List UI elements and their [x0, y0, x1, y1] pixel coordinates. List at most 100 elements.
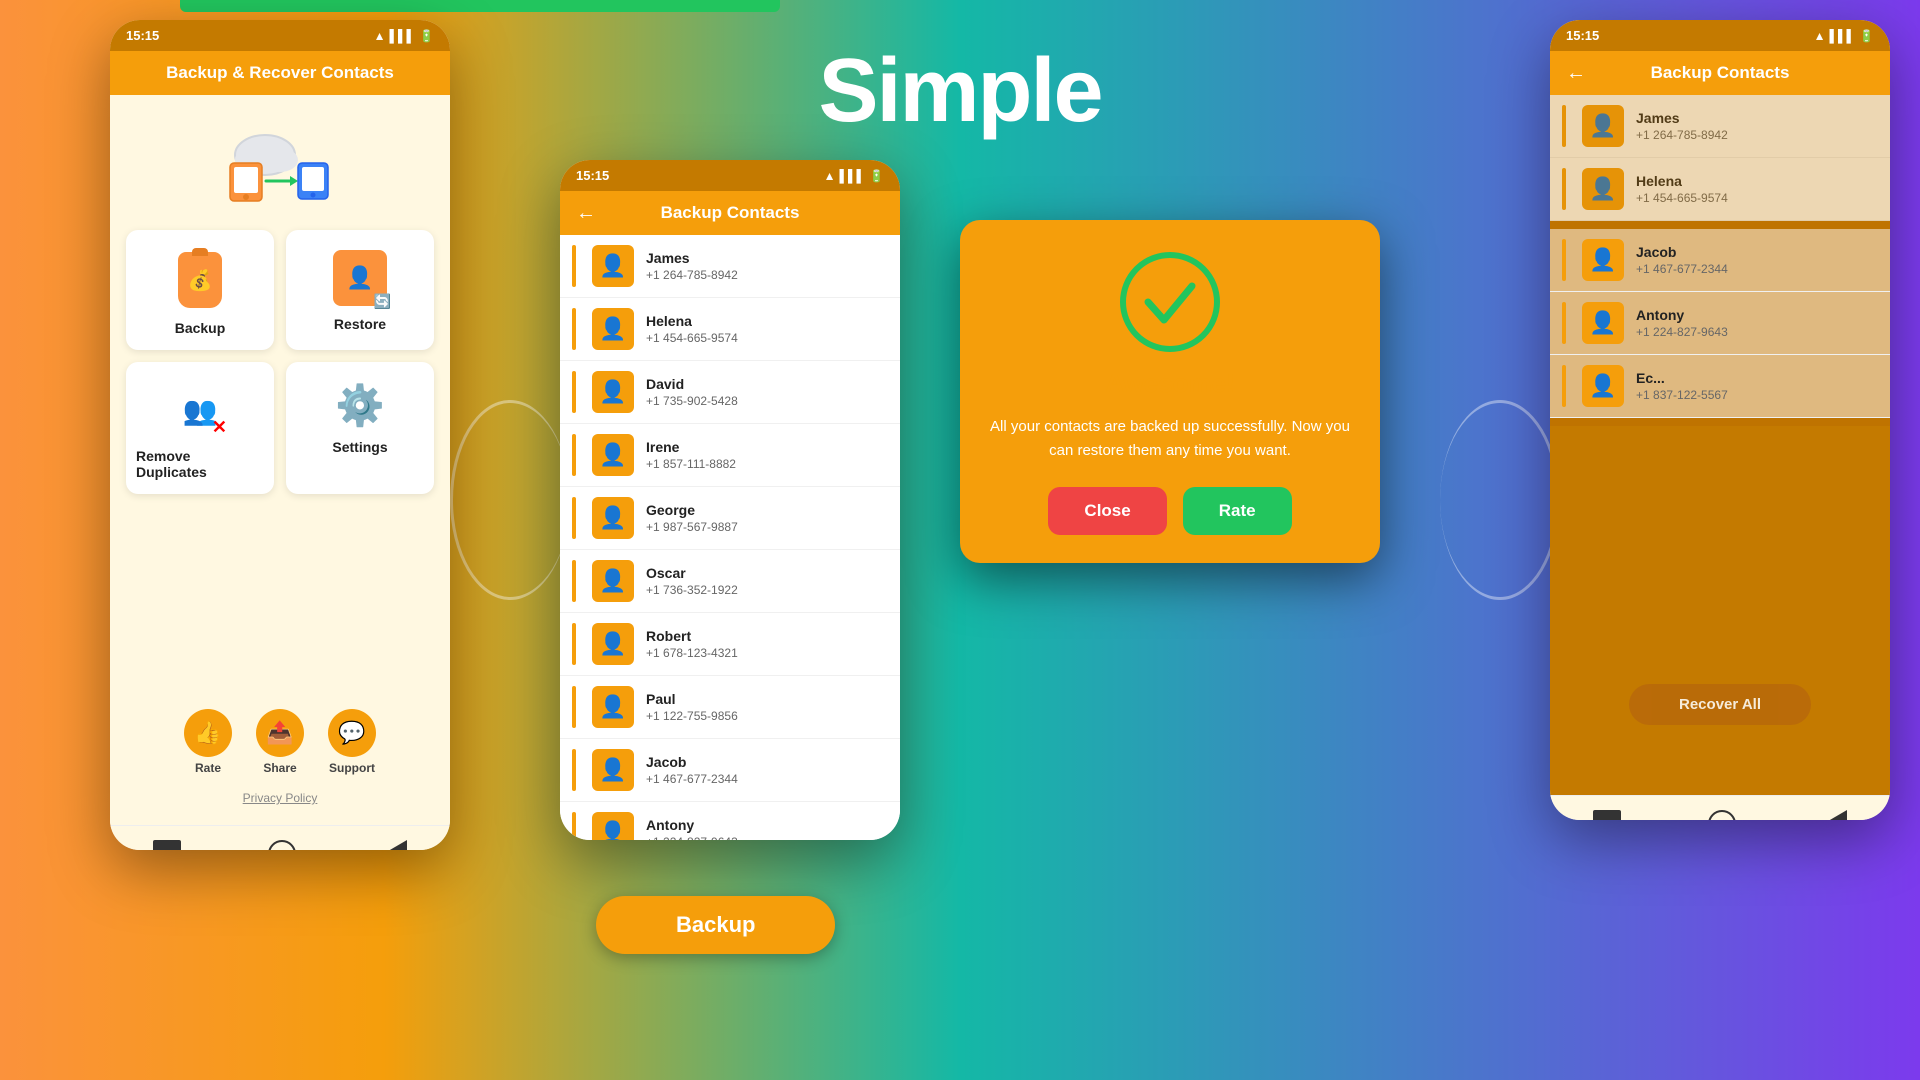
- dialog-title: Awesome!: [1105, 368, 1235, 399]
- contact-phone: +1 987-567-9887: [646, 520, 888, 534]
- menu-item-restore[interactable]: 👤 🔄 Restore: [286, 230, 434, 350]
- remove-duplicates-label: Remove Duplicates: [136, 448, 264, 480]
- contact-border: [572, 560, 576, 602]
- menu-item-remove-duplicates[interactable]: 👥 ✕ Remove Duplicates: [126, 362, 274, 494]
- privacy-policy-link[interactable]: Privacy Policy: [243, 791, 318, 805]
- contact-border: [572, 371, 576, 413]
- contact-border: [572, 497, 576, 539]
- contact-border: [1562, 105, 1566, 147]
- left-time: 15:15: [126, 28, 159, 43]
- right-back-arrow[interactable]: ←: [1566, 62, 1586, 85]
- contact-info: Jacob +1 467-677-2344: [646, 754, 888, 786]
- contact-item[interactable]: 👤 Jacob +1 467-677-2344: [560, 739, 900, 802]
- contact-avatar: 👤: [1582, 365, 1624, 407]
- contact-phone: +1 264-785-8942: [1636, 128, 1878, 142]
- contact-item[interactable]: 👤 Ec... +1 837-122-5567: [1550, 355, 1890, 418]
- contact-name: George: [646, 502, 888, 518]
- menu-grid: 💰 Backup 👤 🔄 Restore 👥 ✕ Remove Du: [126, 230, 434, 494]
- contact-name: Oscar: [646, 565, 888, 581]
- contact-info: George +1 987-567-9887: [646, 502, 888, 534]
- contact-item[interactable]: 👤 George +1 987-567-9887: [560, 487, 900, 550]
- contact-info: Antony +1 224-827-9643: [646, 817, 888, 840]
- contact-item[interactable]: 👤 Robert +1 678-123-4321: [560, 613, 900, 676]
- center-header: ← Backup Contacts: [560, 191, 900, 235]
- right-time: 15:15: [1566, 28, 1599, 43]
- rate-label: Rate: [195, 761, 221, 775]
- brand-title: Simple: [818, 40, 1101, 143]
- share-label: Share: [263, 761, 296, 775]
- home-button[interactable]: [153, 840, 181, 851]
- right-back-button[interactable]: [1708, 810, 1736, 821]
- contact-avatar: 👤: [592, 497, 634, 539]
- support-action[interactable]: 💬 Support: [328, 709, 376, 775]
- share-action[interactable]: 📤 Share: [256, 709, 304, 775]
- contact-avatar: 👤: [592, 308, 634, 350]
- right-header: ← Backup Contacts: [1550, 51, 1890, 95]
- checkmark-icon: [1138, 270, 1202, 334]
- contact-border: [572, 686, 576, 728]
- right-contact-list: 👤 James +1 264-785-8942 👤 Helena +1 454-…: [1550, 95, 1890, 221]
- contact-item[interactable]: 👤 Irene +1 857-111-8882: [560, 424, 900, 487]
- right-recent-button[interactable]: [1823, 810, 1847, 821]
- rate-icon: 👍: [184, 709, 232, 757]
- contact-item[interactable]: 👤 Oscar +1 736-352-1922: [560, 550, 900, 613]
- right-nav-bar: [1550, 795, 1890, 820]
- contact-item[interactable]: 👤 Helena +1 454-665-9574: [1550, 158, 1890, 221]
- contact-avatar: 👤: [592, 371, 634, 413]
- contact-name: Jacob: [646, 754, 888, 770]
- dialog-close-button[interactable]: Close: [1048, 487, 1166, 535]
- contact-item[interactable]: 👤 Paul +1 122-755-9856: [560, 676, 900, 739]
- center-back-arrow[interactable]: ←: [576, 202, 596, 225]
- dialog-rate-button[interactable]: Rate: [1183, 487, 1292, 535]
- backup-icon: 💰: [170, 250, 230, 310]
- support-label: Support: [329, 761, 375, 775]
- contact-border: [572, 245, 576, 287]
- contact-item[interactable]: 👤 James +1 264-785-8942: [1550, 95, 1890, 158]
- center-contact-list: 👤 James +1 264-785-8942 👤 Helena +1 454-…: [560, 235, 900, 840]
- menu-item-settings[interactable]: ⚙️ Settings: [286, 362, 434, 494]
- recover-all-button[interactable]: Recover All: [1629, 684, 1811, 725]
- contact-item[interactable]: 👤 David +1 735-902-5428: [560, 361, 900, 424]
- contact-info: Antony +1 224-827-9643: [1636, 307, 1878, 339]
- contact-item[interactable]: 👤 James +1 264-785-8942: [560, 235, 900, 298]
- contact-avatar: 👤: [592, 434, 634, 476]
- contact-border: [572, 749, 576, 791]
- contact-border: [1562, 302, 1566, 344]
- dialog-message: All your contacts are backed up successf…: [988, 415, 1352, 463]
- contact-border: [572, 308, 576, 350]
- left-nav-bar: [110, 825, 450, 850]
- contact-name: Antony: [646, 817, 888, 833]
- right-home-button[interactable]: [1593, 810, 1621, 821]
- contact-phone: +1 678-123-4321: [646, 646, 888, 660]
- right-body: 👤 James +1 264-785-8942 👤 Helena +1 454-…: [1550, 95, 1890, 795]
- contact-phone: +1 224-827-9643: [1636, 325, 1878, 339]
- contact-border: [1562, 239, 1566, 281]
- bottom-actions: 👍 Rate 📤 Share 💬 Support: [184, 709, 376, 775]
- menu-item-backup[interactable]: 💰 Backup: [126, 230, 274, 350]
- contact-item[interactable]: 👤 Antony +1 224-827-9643: [1550, 292, 1890, 355]
- restore-label: Restore: [334, 316, 386, 332]
- contact-item[interactable]: 👤 Antony +1 224-827-9643: [560, 802, 900, 840]
- center-title: Backup Contacts: [661, 203, 800, 223]
- contact-border: [572, 434, 576, 476]
- contact-item[interactable]: 👤 Helena +1 454-665-9574: [560, 298, 900, 361]
- contact-avatar: 👤: [1582, 105, 1624, 147]
- right-status-icons: ▲▌▌▌🔋: [1814, 29, 1874, 43]
- dialog-buttons: Close Rate: [1048, 487, 1291, 535]
- rate-action[interactable]: 👍 Rate: [184, 709, 232, 775]
- support-icon: 💬: [328, 709, 376, 757]
- contact-info: David +1 735-902-5428: [646, 376, 888, 408]
- center-phone: 15:15 ▲▌▌▌🔋 ← Backup Contacts 👤 James +1…: [560, 160, 900, 840]
- contact-item[interactable]: 👤 Jacob +1 467-677-2344: [1550, 229, 1890, 292]
- success-dialog: Awesome! All your contacts are backed up…: [960, 220, 1380, 563]
- contact-name: Helena: [1636, 173, 1878, 189]
- left-status-icons: ▲▌▌▌🔋: [374, 29, 434, 43]
- remove-duplicates-icon: 👥 ✕: [171, 382, 229, 438]
- contact-avatar: 👤: [1582, 239, 1624, 281]
- back-button[interactable]: [268, 840, 296, 851]
- right-contacts-lower: 👤 Jacob +1 467-677-2344 👤 Antony +1 224-…: [1550, 221, 1890, 426]
- backup-floating-button[interactable]: Backup: [596, 896, 835, 954]
- recent-button[interactable]: [383, 840, 407, 851]
- contact-phone: +1 122-755-9856: [646, 709, 888, 723]
- contact-phone: +1 857-111-8882: [646, 457, 888, 471]
